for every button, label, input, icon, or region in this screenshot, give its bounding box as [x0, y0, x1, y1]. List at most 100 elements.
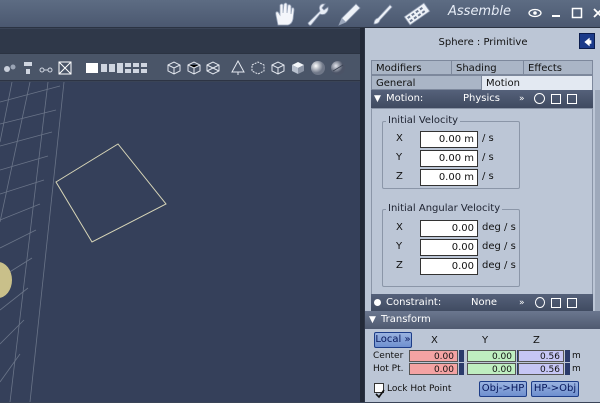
iv-z-label: Z [396, 171, 403, 182]
wireframe-icon[interactable] [166, 60, 182, 76]
single-view-icon[interactable] [84, 60, 100, 76]
initial-angular-velocity-legend: Initial Angular Velocity [386, 203, 503, 214]
3d-viewport[interactable] [0, 82, 360, 402]
load-icon[interactable] [567, 298, 577, 308]
iv-y-unit: / s [482, 152, 494, 163]
iv-y-label: Y [396, 152, 403, 163]
motion-mode[interactable]: Physics [463, 90, 500, 108]
gear-icon[interactable] [534, 93, 545, 104]
viewport-header-strip [0, 29, 360, 53]
tab-modifiers[interactable]: Modifiers [371, 60, 453, 75]
room-label: Assemble [448, 4, 511, 19]
maximize-icon[interactable] [570, 6, 584, 20]
bullet-icon [374, 299, 381, 306]
constraint-header[interactable]: Constraint: None » [371, 294, 593, 312]
hot-point-label: Hot Pt. [373, 364, 404, 374]
tab-effects[interactable]: Effects [523, 60, 593, 75]
box-outline-icon[interactable] [270, 60, 286, 76]
tab-general[interactable]: General [371, 75, 483, 90]
center-x-spinner[interactable] [459, 350, 464, 362]
three-view-icon[interactable] [116, 60, 132, 76]
transform-label: Transform [381, 314, 431, 325]
wrench-icon[interactable] [302, 1, 332, 27]
four-view-icon[interactable] [132, 60, 148, 76]
ground-grid [0, 82, 65, 402]
double-chevron-icon[interactable]: » [519, 294, 525, 312]
space-dropdown[interactable]: Local » [374, 332, 412, 348]
iav-z-label: Z [396, 260, 403, 271]
iav-z-field[interactable]: 0.00 [420, 258, 478, 275]
bounding-box-icon[interactable] [250, 60, 266, 76]
viewport-toolbar [0, 53, 360, 81]
center-x-field[interactable]: 0.00 [409, 350, 458, 362]
save-icon[interactable] [551, 94, 561, 104]
col-x-header: X [431, 335, 438, 346]
hidden-line-icon[interactable] [186, 60, 202, 76]
load-icon[interactable] [567, 94, 577, 104]
iav-y-field[interactable]: 0.00 [420, 239, 478, 256]
motion-body: Initial Velocity X 0.00 m / s Y 0.00 m /… [371, 108, 593, 296]
motion-header[interactable]: ▼ Motion: Physics » [371, 90, 593, 108]
save-icon[interactable] [551, 298, 561, 308]
hot-point-unit: m [572, 364, 581, 374]
brush-icon[interactable] [368, 1, 398, 27]
space-value: Local [375, 334, 402, 345]
facets-icon[interactable] [205, 60, 221, 76]
motion-label: Motion: [386, 93, 424, 104]
tab-shading[interactable]: Shading [451, 60, 525, 75]
obj-to-hp-button[interactable]: Obj->HP [479, 381, 527, 397]
hand-icon[interactable] [270, 1, 300, 27]
constraint-value[interactable]: None [471, 294, 497, 312]
center-z-field[interactable]: 0.56 [518, 350, 564, 362]
initial-velocity-legend: Initial Velocity [386, 115, 461, 126]
tab-motion[interactable]: Motion [481, 75, 593, 91]
lock-hot-point-label: Lock Hot Point [387, 384, 452, 394]
collapse-panel-button[interactable] [579, 33, 595, 49]
center-y-field[interactable]: 0.00 [467, 350, 516, 362]
transform-header[interactable]: ▼ Transform [365, 311, 600, 329]
minimize-icon[interactable] [549, 6, 563, 20]
iav-y-unit: deg / s [482, 241, 516, 252]
two-view-icon[interactable] [100, 60, 116, 76]
hp-to-obj-button[interactable]: HP->Obj [531, 381, 579, 397]
center-label: Center [373, 351, 404, 361]
hot-point-x-spinner[interactable] [459, 363, 464, 375]
textured-sphere-icon[interactable] [330, 60, 346, 76]
hot-point-z-field[interactable]: 0.56 [518, 363, 564, 375]
solid-box-icon[interactable] [290, 60, 306, 76]
ball-move-icon[interactable] [2, 60, 18, 76]
panel-scrollbar[interactable] [595, 90, 600, 322]
center-unit: m [572, 351, 581, 361]
tree-icon[interactable] [230, 60, 246, 76]
shaded-sphere-icon[interactable] [310, 60, 326, 76]
lock-hot-point-checkbox[interactable] [374, 383, 385, 399]
object-title: Sphere : Primitive [438, 37, 528, 48]
scene-object[interactable] [0, 262, 12, 298]
properties-panel: Sphere : Primitive Modifiers Shading Eff… [364, 28, 600, 402]
hot-point-z-spinner[interactable] [565, 363, 570, 375]
iav-z-unit: deg / s [482, 260, 516, 271]
triangle-down-icon: ▼ [369, 315, 376, 325]
align-icon[interactable] [20, 60, 36, 76]
center-z-spinner[interactable] [565, 350, 570, 362]
hot-point-y-field[interactable]: 0.00 [467, 363, 516, 375]
iv-x-field[interactable]: 0.00 m [420, 131, 478, 148]
top-toolbar: Assemble [0, 0, 600, 28]
film-icon[interactable] [402, 1, 432, 27]
transform-body: Local » X Y Z Center 0.00 0.00 0.56 m Ho… [365, 329, 600, 402]
render-icon[interactable] [57, 60, 73, 76]
iv-y-field[interactable]: 0.00 m [420, 150, 478, 167]
double-chevron-icon[interactable]: » [519, 90, 525, 108]
constraint-label: Constraint: [386, 297, 442, 308]
hot-point-x-field[interactable]: 0.00 [409, 363, 458, 375]
link-icon[interactable] [38, 60, 54, 76]
iav-x-field[interactable]: 0.00 [420, 220, 478, 237]
constraint-gear-icon[interactable] [535, 297, 545, 308]
col-z-header: Z [533, 335, 540, 346]
pen-icon[interactable] [334, 1, 364, 27]
eye-icon[interactable] [528, 6, 542, 20]
iv-z-field[interactable]: 0.00 m [420, 169, 478, 186]
close-icon[interactable] [591, 6, 600, 20]
object-bounding-box[interactable] [55, 143, 167, 243]
checkmark-icon [375, 389, 385, 399]
